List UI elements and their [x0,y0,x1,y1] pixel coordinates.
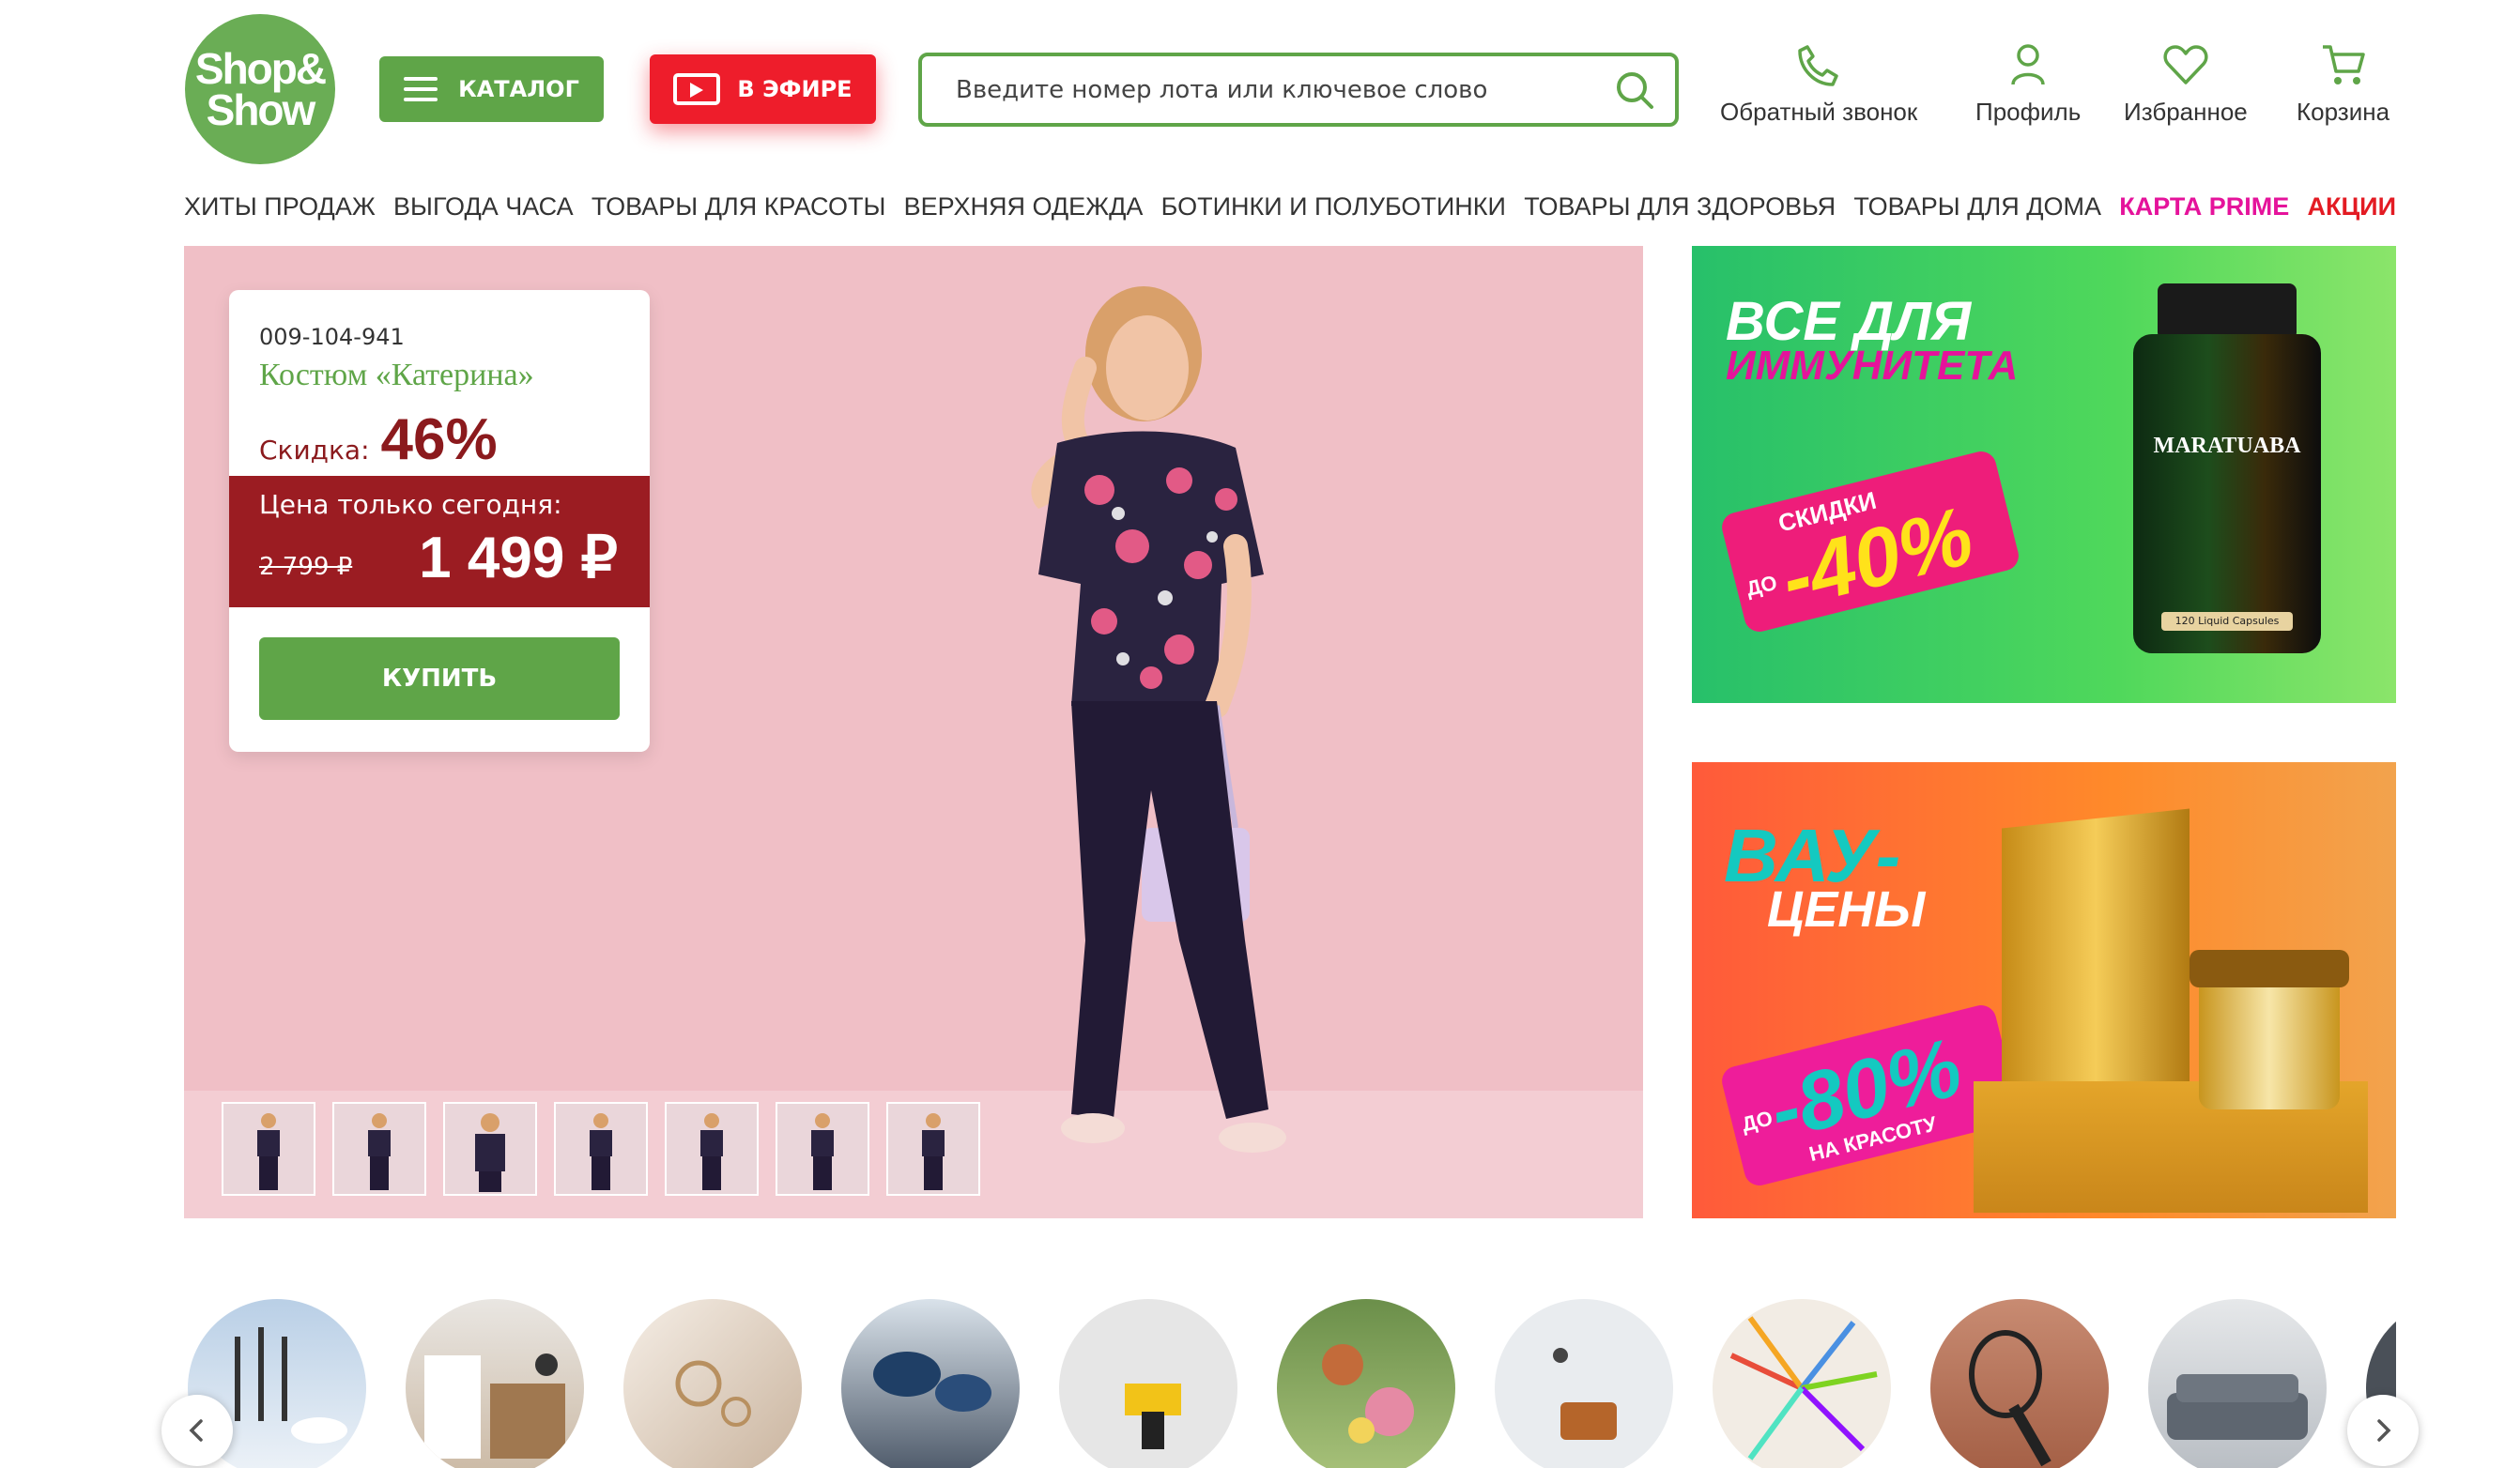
buy-button[interactable]: КУПИТЬ [259,637,620,720]
banner-wow-prices[interactable]: ВАУ- ЦЕНЫ ДО -80% НА КРАСОТУ [1692,762,2396,1218]
lot-number: 009-104-941 [259,324,405,350]
category-accessories[interactable] [1495,1299,1673,1468]
catalog-label: КАТАЛОГ [458,76,579,102]
callback-label: Обратный звонок [1720,98,1918,126]
favorites-label: Избранное [2124,98,2248,126]
live-button[interactable]: В ЭФИРЕ [650,54,876,124]
heart-icon [2163,45,2208,84]
nav-home[interactable]: ТОВАРЫ ДЛЯ ДОМА [1853,192,2101,222]
nav-beauty[interactable]: ТОВАРЫ ДЛЯ КРАСОТЫ [592,192,885,222]
nav-outerwear[interactable]: ВЕРХНЯЯ ОДЕЖДА [904,192,1144,222]
category-carousel [188,1299,2396,1468]
logo[interactable]: Shop& Show [185,14,335,164]
nav-health[interactable]: ТОВАРЫ ДЛЯ ЗДОРОВЬЯ [1524,192,1836,222]
model-photo [1031,286,1286,1153]
discount: Скидка: 46% [259,406,498,473]
chevron-right-icon [2377,1419,2391,1442]
logo-text-shop: Shop& [194,44,327,93]
new-price: 1 499 ₽ [419,526,618,590]
profile-button[interactable]: Профиль [1975,41,2081,127]
jar-brand: MARATUABA [2153,434,2301,458]
discount-value: 46% [380,407,498,472]
thumbnail[interactable] [554,1102,648,1196]
favorites-button[interactable]: Избранное [2124,41,2248,127]
nav-boots[interactable]: БОТИНКИ И ПОЛУБОТИНКИ [1161,192,1506,222]
nav-hits[interactable]: ХИТЫ ПРОДАЖ [184,192,376,222]
category-garden[interactable] [1277,1299,1455,1468]
logo-text-show: Show [206,85,316,134]
nav-hour-deal[interactable]: ВЫГОДА ЧАСА [393,192,574,222]
thumbnail[interactable] [665,1102,759,1196]
menu-icon [404,77,438,101]
hero-thumbnails [222,1102,980,1196]
tag-prefix: ДО [1744,570,1780,601]
banner-immunity-title-1: ВСЕ ДЛЯ [1726,291,1972,352]
phone-icon [1798,45,1838,86]
thumbnail[interactable] [776,1102,869,1196]
chevron-left-icon [189,1419,203,1442]
promo-card: 009-104-941 Костюм «Катерина» Скидка: 46… [229,290,650,752]
jar-label: 120 Liquid Capsules [2161,612,2293,631]
category-sports[interactable] [1930,1299,2109,1468]
thumbnail[interactable] [886,1102,980,1196]
cosmetics-box [1974,808,2368,1213]
search-icon[interactable] [1615,70,1654,110]
old-price: 2 799 ₽ [259,553,353,581]
thumbnail[interactable] [443,1102,537,1196]
cart-label: Корзина [2297,98,2390,126]
category-kitchen-interior[interactable] [406,1299,584,1468]
live-label: В ЭФИРЕ [737,76,853,102]
price-box: Цена только сегодня: 2 799 ₽ 1 499 ₽ [229,476,650,607]
cart-button[interactable]: Корзина [2297,41,2389,127]
category-jewelry[interactable] [623,1299,802,1468]
price-caption: Цена только сегодня: [259,489,562,520]
category-stationery[interactable] [1713,1299,1891,1468]
banner-immunity-title-2: ИММУНИТЕТА [1726,343,2019,389]
main-nav: ХИТЫ ПРОДАЖ ВЫГОДА ЧАСА ТОВАРЫ ДЛЯ КРАСО… [184,188,2396,225]
profile-label: Профиль [1975,98,2082,126]
category-cookware[interactable] [841,1299,1020,1468]
thumbnail[interactable] [332,1102,426,1196]
discount-label: Скидка: [259,435,370,466]
category-tools[interactable] [1059,1299,1237,1468]
callback-button[interactable]: Обратный звонок [1720,41,1917,127]
user-icon [2011,44,2045,85]
search-input[interactable] [954,74,1615,105]
carousel-prev-button[interactable] [161,1395,233,1466]
discount-tag: СКИДКИ ДО -40% [1718,448,2022,635]
nav-prime-card[interactable]: КАРТА PRIME [2119,192,2289,222]
banner-immunity[interactable]: ВСЕ ДЛЯ ИММУНИТЕТА СКИДКИ ДО -40% MARATU… [1692,246,2396,703]
play-icon [673,73,721,105]
catalog-button[interactable]: КАТАЛОГ [379,56,604,122]
carousel-next-button[interactable] [2347,1395,2419,1466]
category-furniture[interactable] [2148,1299,2327,1468]
search-bar [918,53,1679,127]
tag-prefix: ДО [1739,1106,1775,1137]
thumbnail[interactable] [222,1102,315,1196]
cart-icon [2322,45,2365,84]
product-name[interactable]: Костюм «Катерина» [259,358,534,393]
banner-wow-title-2: ЦЕНЫ [1767,881,1926,938]
nav-sales[interactable]: АКЦИИ [2307,192,2396,222]
supplement-jar: MARATUABA 120 Liquid Capsules [2133,283,2321,659]
